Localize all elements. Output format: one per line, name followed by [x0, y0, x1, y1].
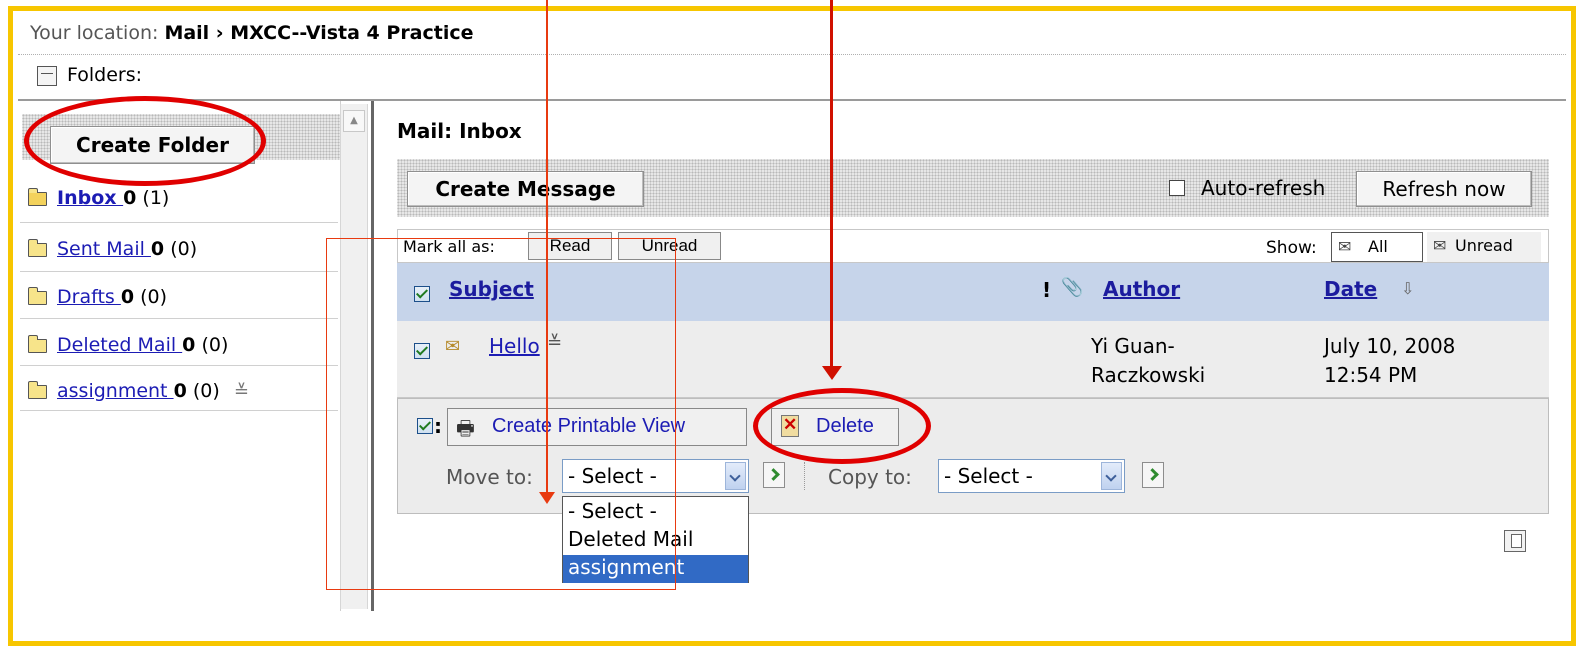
author-name-line2: Raczkowski	[1091, 363, 1206, 387]
breadcrumb: Your location: Mail › MXCC--Vista 4 Prac…	[30, 22, 474, 44]
sidebar-item-deleted-mail[interactable]: Deleted Mail 0 (0)	[28, 334, 340, 374]
copy-icon[interactable]	[1504, 530, 1526, 552]
folder-divider	[20, 365, 338, 366]
folder-unread-count: 0	[173, 380, 187, 402]
folder-total-count: (0)	[140, 286, 168, 308]
auto-refresh-checkbox[interactable]	[1169, 180, 1185, 196]
show-label: Show:	[1266, 238, 1317, 258]
folder-icon	[28, 287, 47, 305]
show-unread-tab[interactable]: ✉ Unread	[1427, 232, 1541, 262]
date-column-header[interactable]: Date	[1324, 277, 1377, 301]
annotation-arrow-line	[830, 0, 833, 370]
folder-divider	[20, 222, 338, 223]
breadcrumb-separator	[18, 54, 1566, 55]
annotation-arrow-line	[546, 0, 548, 496]
folder-link-drafts[interactable]: Drafts	[57, 286, 121, 308]
sort-down-icon[interactable]: ⇩	[1401, 279, 1414, 298]
folder-total-count: (0)	[201, 334, 229, 356]
copy-go-button[interactable]	[1142, 462, 1164, 488]
sidebar-item-sent-mail[interactable]: Sent Mail 0 (0)	[28, 238, 340, 278]
annotation-highlight-rectangle	[326, 238, 676, 590]
author-name-line1: Yi Guan-	[1091, 334, 1175, 358]
folder-link-deleted-mail[interactable]: Deleted Mail	[57, 334, 182, 356]
folder-link-assignment[interactable]: assignment	[57, 380, 174, 402]
breadcrumb-path[interactable]: Mail › MXCC--Vista 4 Practice	[164, 22, 473, 44]
folder-total-count: (1)	[142, 187, 170, 209]
scroll-up-icon[interactable]: ▲	[343, 110, 365, 132]
move-go-button[interactable]	[763, 462, 785, 488]
folder-unread-count: 0	[182, 334, 196, 356]
folders-label: Folders:	[67, 64, 143, 86]
folder-open-icon	[28, 188, 47, 206]
folder-link-sent-mail[interactable]: Sent Mail	[57, 238, 151, 260]
sidebar-item-assignment[interactable]: assignment 0 (0) ≚	[28, 380, 340, 420]
sidebar-item-drafts[interactable]: Drafts 0 (0)	[28, 286, 340, 326]
refresh-now-button[interactable]: Refresh now	[1356, 171, 1532, 207]
folder-icon	[28, 239, 47, 257]
sidebar-item-inbox[interactable]: Inbox 0 (1)	[28, 187, 340, 227]
folder-divider	[20, 271, 338, 272]
folder-unread-count: 0	[150, 238, 165, 260]
chevron-down-icon[interactable]	[1101, 462, 1122, 490]
mail-envelope-icon: ✉	[1338, 237, 1352, 256]
folder-options-icon[interactable]: ≚	[234, 381, 249, 402]
action-divider	[804, 462, 805, 490]
priority-column-header[interactable]: !	[1042, 278, 1051, 302]
folder-total-count: (0)	[170, 238, 198, 260]
mail-envelope-icon: ✉	[1433, 236, 1447, 255]
author-column-header[interactable]: Author	[1103, 277, 1180, 301]
chevron-down-icon[interactable]	[725, 462, 746, 490]
folder-icon	[28, 381, 47, 399]
folder-divider	[20, 318, 338, 319]
annotation-circle-delete	[753, 388, 931, 464]
annotation-circle-create-folder	[24, 96, 266, 186]
show-all-tab[interactable]: ✉ All	[1331, 232, 1423, 262]
copy-to-selected-value: - Select -	[944, 464, 1033, 488]
message-time: 12:54 PM	[1324, 363, 1418, 387]
page-title: Mail: Inbox	[397, 119, 522, 143]
breadcrumb-prefix: Your location:	[30, 22, 159, 44]
folder-total-count: (0)	[192, 380, 220, 402]
auto-refresh-label: Auto-refresh	[1201, 176, 1326, 200]
folder-icon	[28, 335, 47, 353]
message-date: July 10, 2008	[1324, 334, 1456, 358]
copy-to-label: Copy to:	[828, 465, 912, 489]
folder-unread-count: 0	[123, 187, 137, 209]
annotation-arrowhead	[822, 366, 842, 380]
folder-link-inbox[interactable]: Inbox	[57, 187, 123, 209]
folder-divider	[20, 410, 338, 411]
annotation-arrowhead	[539, 492, 555, 504]
folder-unread-count: 0	[120, 286, 135, 308]
folders-toggle[interactable]: Folders:	[37, 64, 143, 86]
copy-to-select[interactable]: - Select -	[938, 459, 1125, 493]
folders-toggle-icon[interactable]	[37, 66, 57, 86]
attachment-icon[interactable]: 📎	[1061, 277, 1083, 298]
create-message-button[interactable]: Create Message	[407, 171, 644, 207]
